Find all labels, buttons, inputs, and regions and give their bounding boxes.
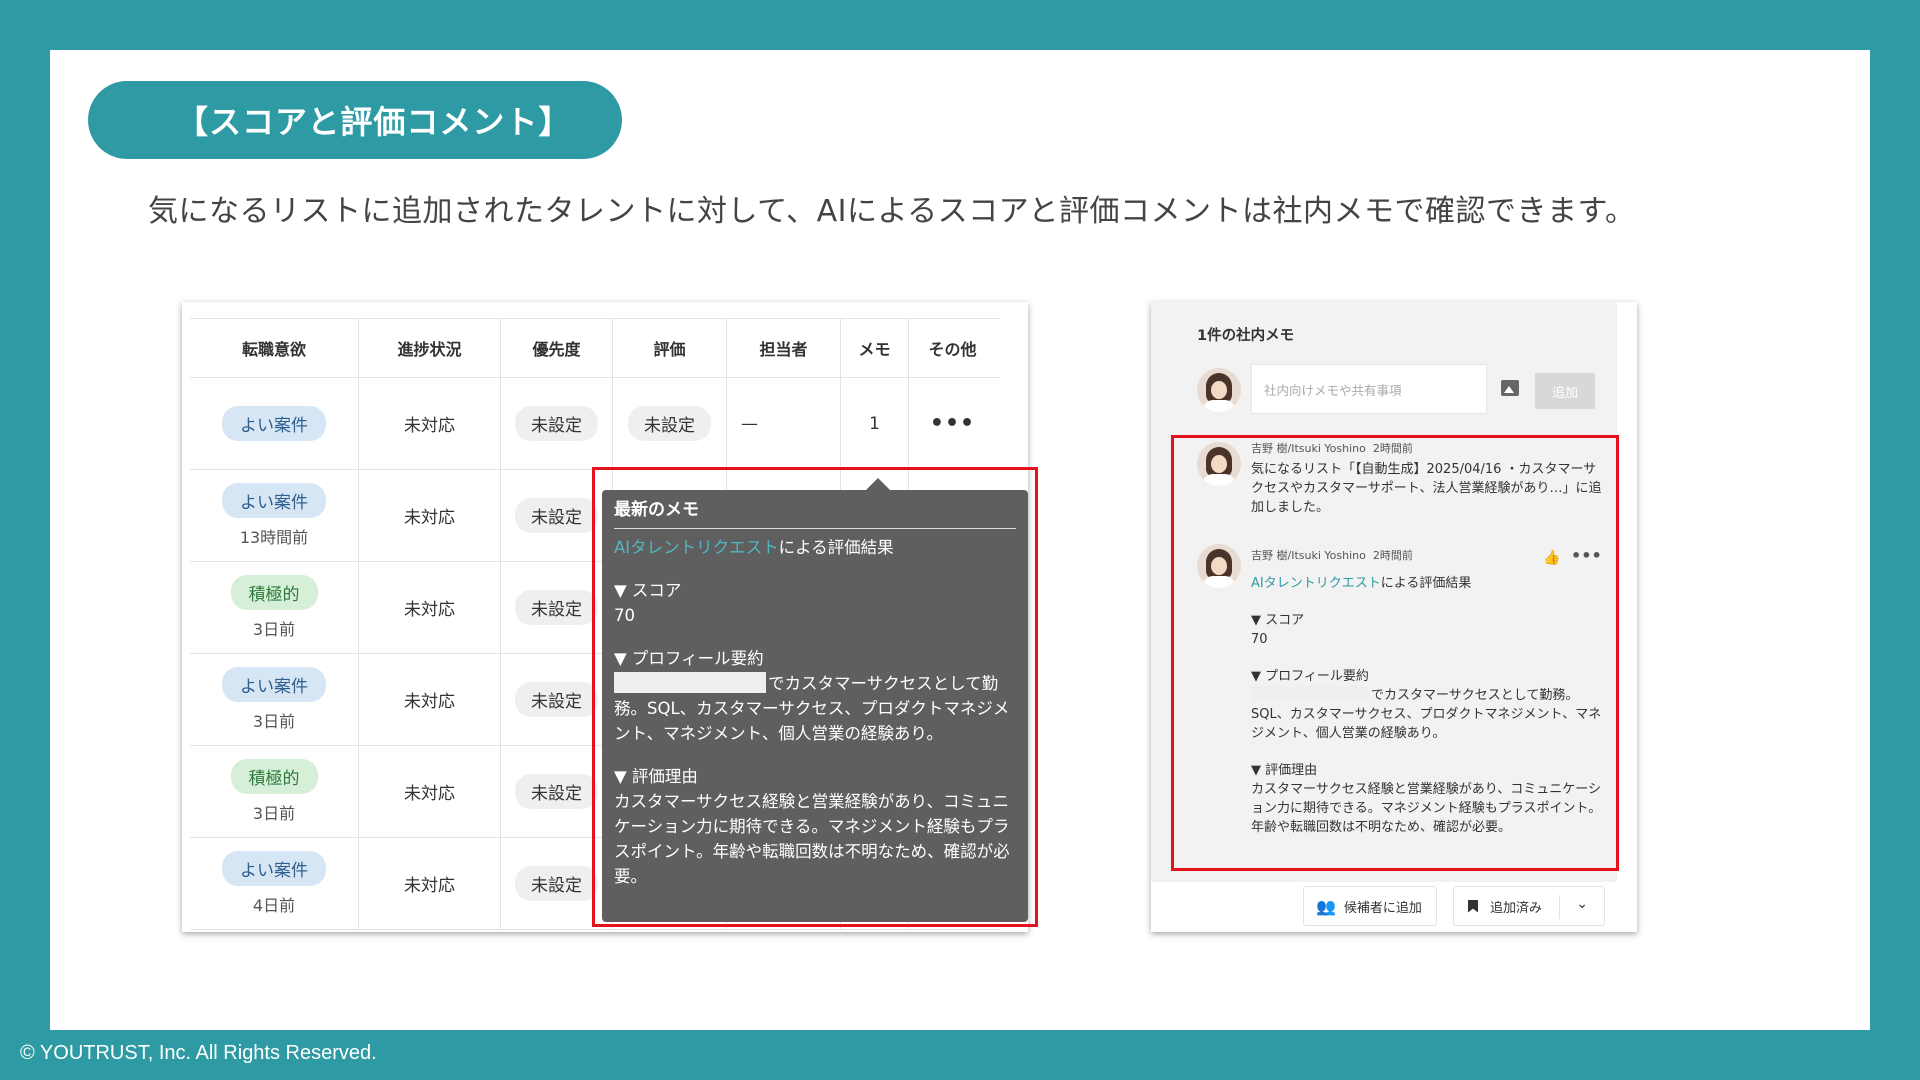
priority-select[interactable]: 未設定	[515, 590, 598, 625]
motivation-badge: よい案件	[222, 851, 326, 886]
motivation-badge: よい案件	[222, 406, 326, 441]
bookmark-icon	[1468, 899, 1478, 913]
add-memo-button[interactable]: 追加	[1535, 373, 1595, 409]
motivation-badge: 積極的	[230, 759, 318, 794]
section-title: 【スコアと評価コメント】	[176, 103, 572, 141]
more-icon[interactable]: •••	[930, 412, 975, 435]
table-header-row: 転職意欲 進捗状況 優先度 評価 担当者 メモ その他	[190, 318, 1000, 378]
progress-status[interactable]: 未対応	[358, 746, 500, 837]
avatar	[1197, 368, 1241, 412]
header-progress[interactable]: 進捗状況	[358, 319, 500, 377]
header-assignee[interactable]: 担当者	[726, 319, 840, 377]
section-title-pill: 【スコアと評価コメント】	[88, 81, 622, 159]
memo-count-title: 1件の社内メモ	[1197, 328, 1295, 344]
add-to-candidates-button[interactable]: 👥 候補者に追加	[1303, 886, 1437, 926]
header-memo[interactable]: メモ	[840, 319, 908, 377]
priority-select[interactable]: 未設定	[515, 682, 598, 717]
priority-select[interactable]: 未設定	[515, 498, 598, 533]
updated-time: 13時間前	[239, 528, 309, 547]
added-label: 追加済み	[1490, 900, 1543, 916]
header-evaluation[interactable]: 評価	[612, 319, 726, 377]
priority-select[interactable]: 未設定	[515, 774, 598, 809]
memo-count[interactable]: 1	[840, 378, 908, 469]
memo-input[interactable]: 社内向けメモや共有事項	[1251, 364, 1487, 414]
motivation-badge: 積極的	[230, 575, 318, 610]
updated-time: 3日前	[252, 620, 296, 639]
header-other[interactable]: その他	[908, 319, 996, 377]
motivation-badge: よい案件	[222, 667, 326, 702]
header-motivation[interactable]: 転職意欲	[190, 319, 358, 377]
copyright: © YOUTRUST, Inc. All Rights Reserved.	[20, 1042, 377, 1064]
progress-status[interactable]: 未対応	[358, 654, 500, 745]
priority-select[interactable]: 未設定	[515, 866, 598, 901]
highlight-box-left	[592, 467, 1038, 927]
people-add-icon: 👥	[1316, 896, 1336, 916]
image-icon[interactable]	[1501, 380, 1519, 396]
updated-time: 4日前	[252, 896, 296, 915]
header-priority[interactable]: 優先度	[500, 319, 612, 377]
progress-status[interactable]: 未対応	[358, 378, 500, 469]
updated-time: 3日前	[252, 712, 296, 731]
progress-status[interactable]: 未対応	[358, 562, 500, 653]
slide-subtitle: 気になるリストに追加されたタレントに対して、AIによるスコアと評価コメントは社内…	[148, 194, 1636, 229]
chevron-down-icon[interactable]: ⌄	[1576, 896, 1588, 912]
add-to-candidates-label: 候補者に追加	[1343, 900, 1422, 916]
priority-select[interactable]: 未設定	[515, 406, 598, 441]
progress-status[interactable]: 未対応	[358, 838, 500, 929]
highlight-box-right	[1171, 435, 1619, 871]
motivation-badge: よい案件	[222, 483, 326, 518]
table-row[interactable]: よい案件 未対応 未設定 未設定 — 1 •••	[190, 378, 1000, 470]
progress-status[interactable]: 未対応	[358, 470, 500, 561]
updated-time: 3日前	[252, 804, 296, 823]
evaluation-select[interactable]: 未設定	[628, 406, 711, 441]
added-button[interactable]: 追加済み ⌄	[1453, 886, 1605, 926]
assignee-select[interactable]: —	[726, 378, 840, 469]
